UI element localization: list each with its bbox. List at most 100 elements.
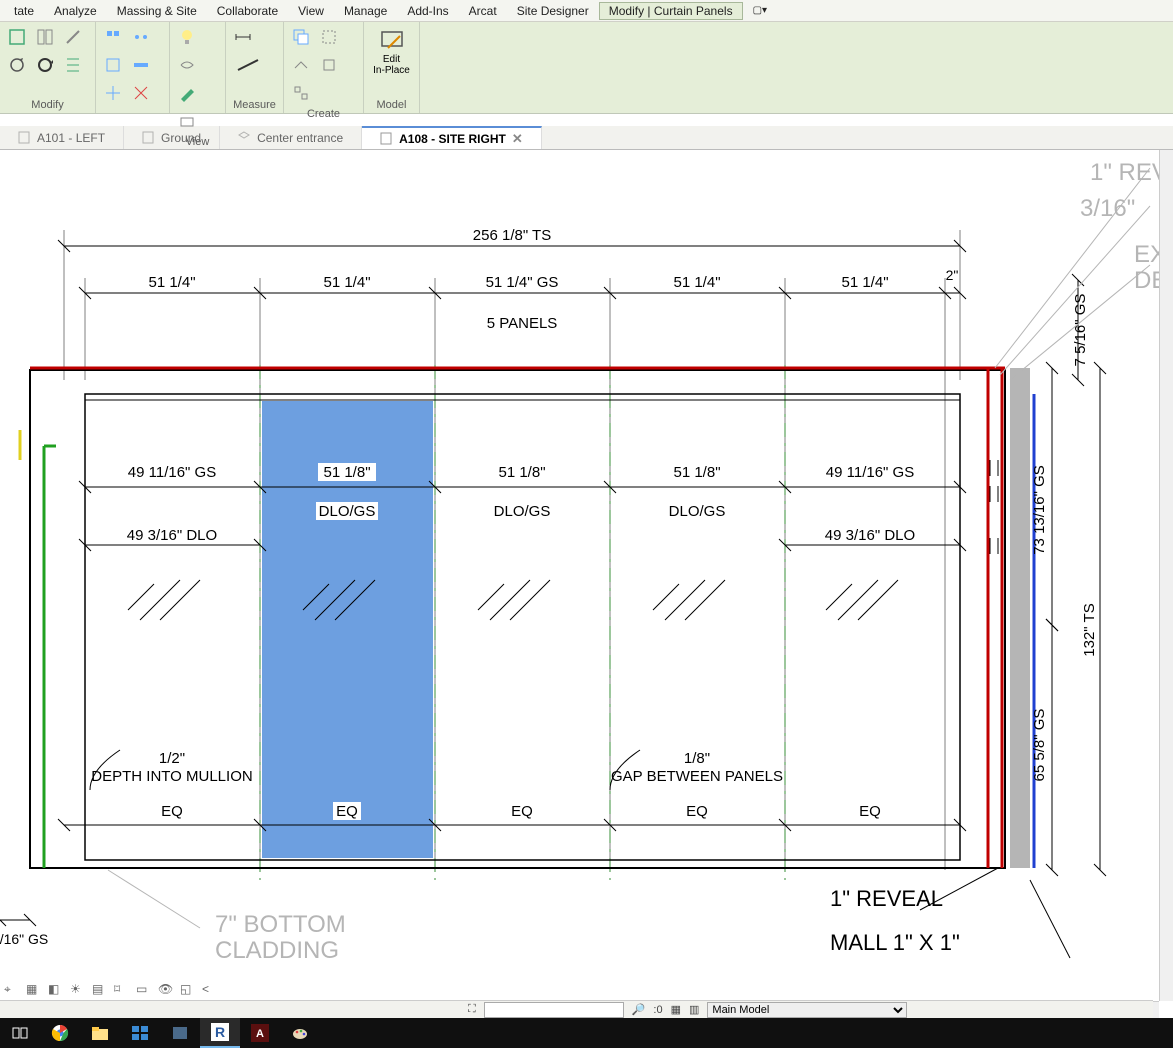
menu-modify-curtain-panels[interactable]: Modify | Curtain Panels (599, 2, 743, 20)
reveal-icon[interactable]: ◱ (180, 982, 198, 998)
revit-icon[interactable]: R (200, 1018, 240, 1048)
ribbon-label-model: Model (368, 97, 415, 113)
tool-icon[interactable] (288, 80, 314, 106)
svg-text:EQ: EQ (511, 803, 533, 820)
nav-left-icon[interactable]: < (202, 982, 220, 998)
main-model-select[interactable]: Main Model (707, 1002, 907, 1018)
svg-text:73 13/16" GS: 73 13/16" GS (1031, 465, 1048, 555)
drawing-canvas[interactable]: 256 1/8" TS 51 1/4" 51 1/4" 51 1/4" GS 5… (0, 150, 1159, 1000)
task-view-button[interactable] (0, 1018, 40, 1048)
ribbon-group-2 (96, 22, 170, 113)
ribbon-label-2 (100, 109, 165, 113)
tool-icon[interactable] (4, 52, 30, 78)
windows-taskbar: R A (0, 1018, 1173, 1048)
sun-path-icon[interactable]: ☀ (70, 982, 88, 998)
menu-analyze[interactable]: Analyze (44, 2, 107, 20)
doc-tab-a101[interactable]: A101 - LEFT (0, 126, 124, 149)
ribbon-label-modify: Modify (4, 97, 91, 113)
svg-text:5 PANELS: 5 PANELS (487, 315, 558, 332)
tool-icon[interactable] (100, 24, 126, 50)
tool-icon[interactable] (60, 52, 86, 78)
menu-manage[interactable]: Manage (334, 2, 397, 20)
tool-icon[interactable] (4, 24, 30, 50)
sheet-icon (380, 132, 393, 145)
crop-region-icon[interactable]: ▭ (136, 982, 154, 998)
hide-icon[interactable]: 👁 (158, 982, 176, 998)
menu-addins[interactable]: Add-Ins (397, 2, 458, 20)
app-icon[interactable] (120, 1018, 160, 1048)
status-bar: ⛶ 🔎 :0 ▦ ▥ Main Model (460, 1000, 1153, 1018)
tool-icon[interactable] (288, 52, 314, 78)
doc-tab-center-entrance[interactable]: Center entrance (220, 126, 362, 149)
svg-text:49 11/16" GS: 49 11/16" GS (128, 464, 216, 481)
tool-lightbulb[interactable] (174, 24, 200, 50)
chrome-icon[interactable] (40, 1018, 80, 1048)
svg-text:DEPTH INTO MULLION: DEPTH INTO MULLION (91, 768, 252, 785)
editable-icon[interactable]: ▥ (689, 1003, 699, 1016)
svg-text:EQ: EQ (161, 803, 183, 820)
tool-icon[interactable] (100, 80, 126, 106)
svg-text:EQ: EQ (336, 803, 358, 820)
menu-site-designer[interactable]: Site Designer (507, 2, 599, 20)
scale-label: :0 (653, 1004, 662, 1016)
worksets-icon[interactable]: ▦ (671, 1003, 681, 1016)
tool-icon[interactable] (316, 24, 342, 50)
svg-text:51 1/4" GS: 51 1/4" GS (486, 274, 559, 291)
ribbon-group-modify: Modify (0, 22, 96, 113)
shadows-icon[interactable]: ▤ (92, 982, 110, 998)
tool-icon[interactable] (128, 24, 154, 50)
menu-overflow[interactable]: ▢▾ (743, 3, 777, 18)
svg-text:51 1/8": 51 1/8" (323, 464, 370, 481)
vertical-scrollbar[interactable] (1159, 150, 1173, 1001)
svg-text:65 5/8" GS: 65 5/8" GS (1031, 709, 1048, 782)
paint-icon[interactable] (280, 1018, 320, 1048)
edit-in-place-button[interactable]: Edit In-Place (370, 24, 414, 80)
menu-view[interactable]: View (288, 2, 334, 20)
tool-icon[interactable] (128, 80, 154, 106)
svg-text:1/8": 1/8" (684, 750, 710, 767)
file-explorer-icon[interactable] (80, 1018, 120, 1048)
tool-dimension[interactable] (230, 24, 256, 50)
filter-icon[interactable]: 🔎 (632, 1003, 646, 1016)
svg-text:2": 2" (946, 267, 959, 283)
svg-text:51 1/4": 51 1/4" (673, 274, 720, 291)
detail-level-icon[interactable]: ▦ (26, 982, 44, 998)
menu-arcat[interactable]: Arcat (459, 2, 507, 20)
svg-text:132" TS: 132" TS (1081, 603, 1098, 656)
app-icon-2[interactable] (160, 1018, 200, 1048)
visual-style-icon[interactable]: ◧ (48, 982, 66, 998)
ribbon-label-create: Create (288, 106, 359, 122)
document-tabs: A101 - LEFT Ground Center entrance A108 … (0, 126, 1173, 150)
tool-icon[interactable] (32, 24, 58, 50)
svg-text:51 1/4": 51 1/4" (841, 274, 888, 291)
selection-count-field[interactable] (484, 1002, 624, 1018)
ribbon-group-model: Edit In-Place Model (364, 22, 420, 113)
svg-text:DE: DE (1134, 267, 1159, 294)
sheet-icon (18, 131, 31, 144)
tool-icon[interactable] (288, 24, 314, 50)
tool-icon[interactable] (60, 24, 86, 50)
menu-collaborate[interactable]: Collaborate (207, 2, 288, 20)
tool-rotate[interactable] (32, 52, 58, 78)
doc-tab-ground[interactable]: Ground (124, 126, 220, 149)
selection-filter-icon[interactable]: ⛶ (468, 1003, 476, 1016)
svg-text:MALL 1" X 1": MALL 1" X 1" (830, 930, 960, 955)
acrobat-icon[interactable]: A (240, 1018, 280, 1048)
tool-paint[interactable] (174, 80, 200, 106)
tool-measure[interactable] (230, 52, 270, 78)
tool-icon[interactable] (316, 52, 342, 78)
tool-icon[interactable] (128, 52, 154, 78)
drawing-svg: 256 1/8" TS 51 1/4" 51 1/4" 51 1/4" GS 5… (0, 150, 1159, 1000)
close-icon[interactable]: ✕ (512, 131, 523, 147)
tool-icon[interactable] (174, 52, 200, 78)
menu-annotate[interactable]: tate (4, 2, 44, 20)
crop-icon[interactable]: ⌑ (114, 982, 132, 998)
svg-text:EQ: EQ (859, 803, 881, 820)
svg-text:51 1/4": 51 1/4" (148, 274, 195, 291)
scale-icon[interactable]: ⌖ (4, 982, 22, 998)
svg-text:3/16": 3/16" (1080, 195, 1135, 222)
tool-icon[interactable] (100, 52, 126, 78)
menu-massing-site[interactable]: Massing & Site (107, 2, 207, 20)
svg-text:DLO/GS: DLO/GS (669, 503, 726, 520)
doc-tab-a108[interactable]: A108 - SITE RIGHT ✕ (362, 126, 542, 149)
